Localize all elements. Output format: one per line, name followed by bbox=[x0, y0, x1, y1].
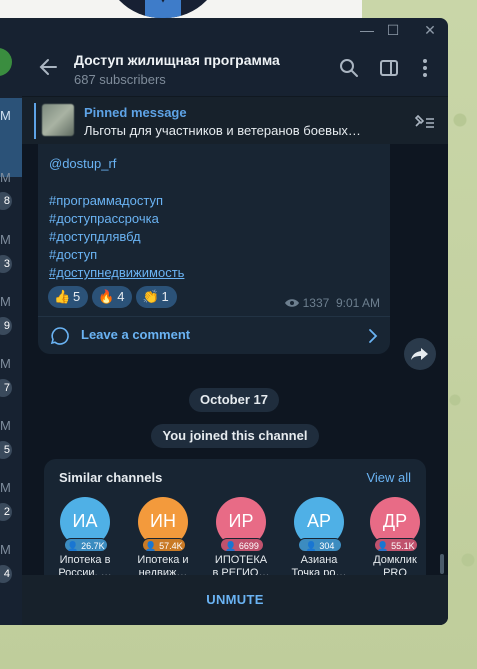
similar-channel-item[interactable]: ИА 👤 26.7K Ипотека в России. … bbox=[48, 497, 122, 580]
subscriber-badge: 👤 57.4K bbox=[142, 538, 186, 552]
bottom-bar: UNMUTE bbox=[22, 575, 448, 625]
reaction-clap[interactable]: 👏 1 bbox=[136, 286, 177, 308]
message-area: @dostup_rf #программадоступ #доступрасср… bbox=[22, 144, 448, 587]
subscriber-badge: 👤 6699 bbox=[220, 538, 264, 552]
reactions-row: 👍 5 🔥 4 👏 1 bbox=[48, 286, 181, 308]
fire-icon: 🔥 bbox=[98, 289, 115, 304]
channel-post: @dostup_rf #программадоступ #доступрасср… bbox=[38, 144, 390, 354]
search-icon[interactable] bbox=[338, 57, 360, 79]
subscriber-badge: 👤 55.1K bbox=[374, 538, 418, 552]
reaction-count: 1 bbox=[161, 289, 169, 304]
maximize-button[interactable]: ☐ bbox=[386, 23, 400, 37]
more-options-icon[interactable] bbox=[414, 57, 436, 79]
channel-avatar: ИР 👤 6699 bbox=[216, 497, 266, 552]
hashtag-link[interactable]: #доступ bbox=[49, 247, 97, 262]
similar-channel-item[interactable]: АР 👤 304 Азиана Точка ро… bbox=[282, 497, 356, 580]
unread-badge: 5 bbox=[0, 441, 12, 459]
hashtag-link[interactable]: #доступдлявбд bbox=[49, 229, 141, 244]
chevron-right-icon bbox=[369, 329, 378, 343]
thumbs-up-icon: 👍 bbox=[54, 289, 71, 304]
view-all-link[interactable]: View all bbox=[366, 470, 411, 485]
unread-badge: 8 bbox=[0, 192, 12, 210]
chat-time: M bbox=[0, 108, 11, 123]
unread-badge: 3 bbox=[0, 255, 12, 273]
reaction-count: 4 bbox=[117, 289, 125, 304]
pinned-message-bar[interactable]: Pinned message Льготы для участников и в… bbox=[22, 96, 448, 146]
pin-list-icon[interactable] bbox=[412, 111, 436, 131]
unread-badge: 2 bbox=[0, 503, 12, 521]
chat-list-strip: M M 8 M 3 M 9 M 7 M 5 M 2 M 4 bbox=[0, 18, 22, 625]
service-message: You joined this channel bbox=[151, 424, 319, 448]
mention-link[interactable]: @dostup_rf bbox=[49, 156, 116, 171]
unread-badge: 7 bbox=[0, 379, 12, 397]
clapping-hands-icon: 👏 bbox=[142, 289, 159, 304]
share-button[interactable] bbox=[404, 338, 436, 370]
channel-avatar: АР 👤 304 bbox=[294, 497, 344, 552]
hashtag-link[interactable]: #программадоступ bbox=[49, 193, 163, 208]
leave-comment-button[interactable]: Leave a comment bbox=[38, 317, 390, 354]
back-arrow-icon[interactable] bbox=[36, 54, 62, 80]
reaction-thumbs-up[interactable]: 👍 5 bbox=[48, 286, 89, 308]
pinned-thumbnail bbox=[42, 104, 74, 136]
sidebar-toggle-icon[interactable] bbox=[378, 57, 400, 79]
telegram-window: M M 8 M 3 M 9 M 7 M 5 M 2 M 4 — ☐ ✕ Дост… bbox=[0, 18, 448, 625]
date-separator: October 17 bbox=[189, 388, 279, 412]
chat-time: M bbox=[0, 232, 11, 247]
subscriber-badge: 👤 26.7K bbox=[64, 538, 108, 552]
reaction-fire[interactable]: 🔥 4 bbox=[92, 286, 133, 308]
unread-badge: 4 bbox=[0, 565, 12, 583]
scrollbar[interactable] bbox=[440, 554, 444, 574]
unread-badge: 9 bbox=[0, 317, 12, 335]
pinned-indicator bbox=[34, 103, 36, 139]
pinned-text: Льготы для участников и ветеранов боевых… bbox=[84, 123, 361, 138]
subscriber-count: 687 subscribers bbox=[74, 72, 166, 87]
chat-time: M bbox=[0, 542, 11, 557]
channel-avatar: ИН 👤 57.4K bbox=[138, 497, 188, 552]
message-meta: 1337 9:01 AM bbox=[284, 296, 380, 310]
chat-time: M bbox=[0, 356, 11, 371]
hashtag-link[interactable]: #доступнедвижимость bbox=[49, 265, 184, 280]
unmute-button[interactable]: UNMUTE bbox=[22, 575, 448, 625]
comment-bubble-icon bbox=[50, 327, 69, 345]
chat-time: M bbox=[0, 170, 11, 185]
similar-channel-item[interactable]: ИН 👤 57.4K Ипотека и недвиж… bbox=[126, 497, 200, 580]
reaction-count: 5 bbox=[73, 289, 81, 304]
hashtag-link[interactable]: #доступрассрочка bbox=[49, 211, 159, 226]
similar-channels-title: Similar channels bbox=[59, 470, 163, 485]
similar-channels-panel: Similar channels View all ИА 👤 26.7K Ипо… bbox=[44, 459, 426, 587]
window-titlebar: — ☐ ✕ bbox=[22, 18, 448, 44]
message-time: 9:01 AM bbox=[335, 296, 380, 310]
channel-avatar: ИА 👤 26.7K bbox=[60, 497, 110, 552]
chat-time: M bbox=[0, 294, 11, 309]
subscriber-badge: 👤 304 bbox=[298, 538, 342, 552]
similar-channel-item[interactable]: ДР 👤 55.1K Домклик PRO bbox=[358, 497, 432, 580]
chat-time: M bbox=[0, 480, 11, 495]
leave-comment-label: Leave a comment bbox=[81, 327, 191, 342]
chat-time: M bbox=[0, 418, 11, 433]
channel-title[interactable]: Доступ жилищная программа bbox=[74, 52, 280, 68]
chat-header: Доступ жилищная программа 687 subscriber… bbox=[22, 44, 448, 96]
pinned-label: Pinned message bbox=[84, 105, 187, 120]
chat-avatar[interactable] bbox=[0, 48, 12, 76]
share-arrow-icon bbox=[411, 348, 428, 360]
close-button[interactable]: ✕ bbox=[423, 23, 437, 37]
view-count: 1337 bbox=[302, 296, 330, 310]
views-eye-icon bbox=[284, 299, 299, 307]
minimize-button[interactable]: — bbox=[360, 23, 374, 37]
similar-channel-item[interactable]: ИР 👤 6699 ИПОТЕКА в РЕГИО… bbox=[204, 497, 278, 580]
channel-avatar: ДР 👤 55.1K bbox=[370, 497, 420, 552]
